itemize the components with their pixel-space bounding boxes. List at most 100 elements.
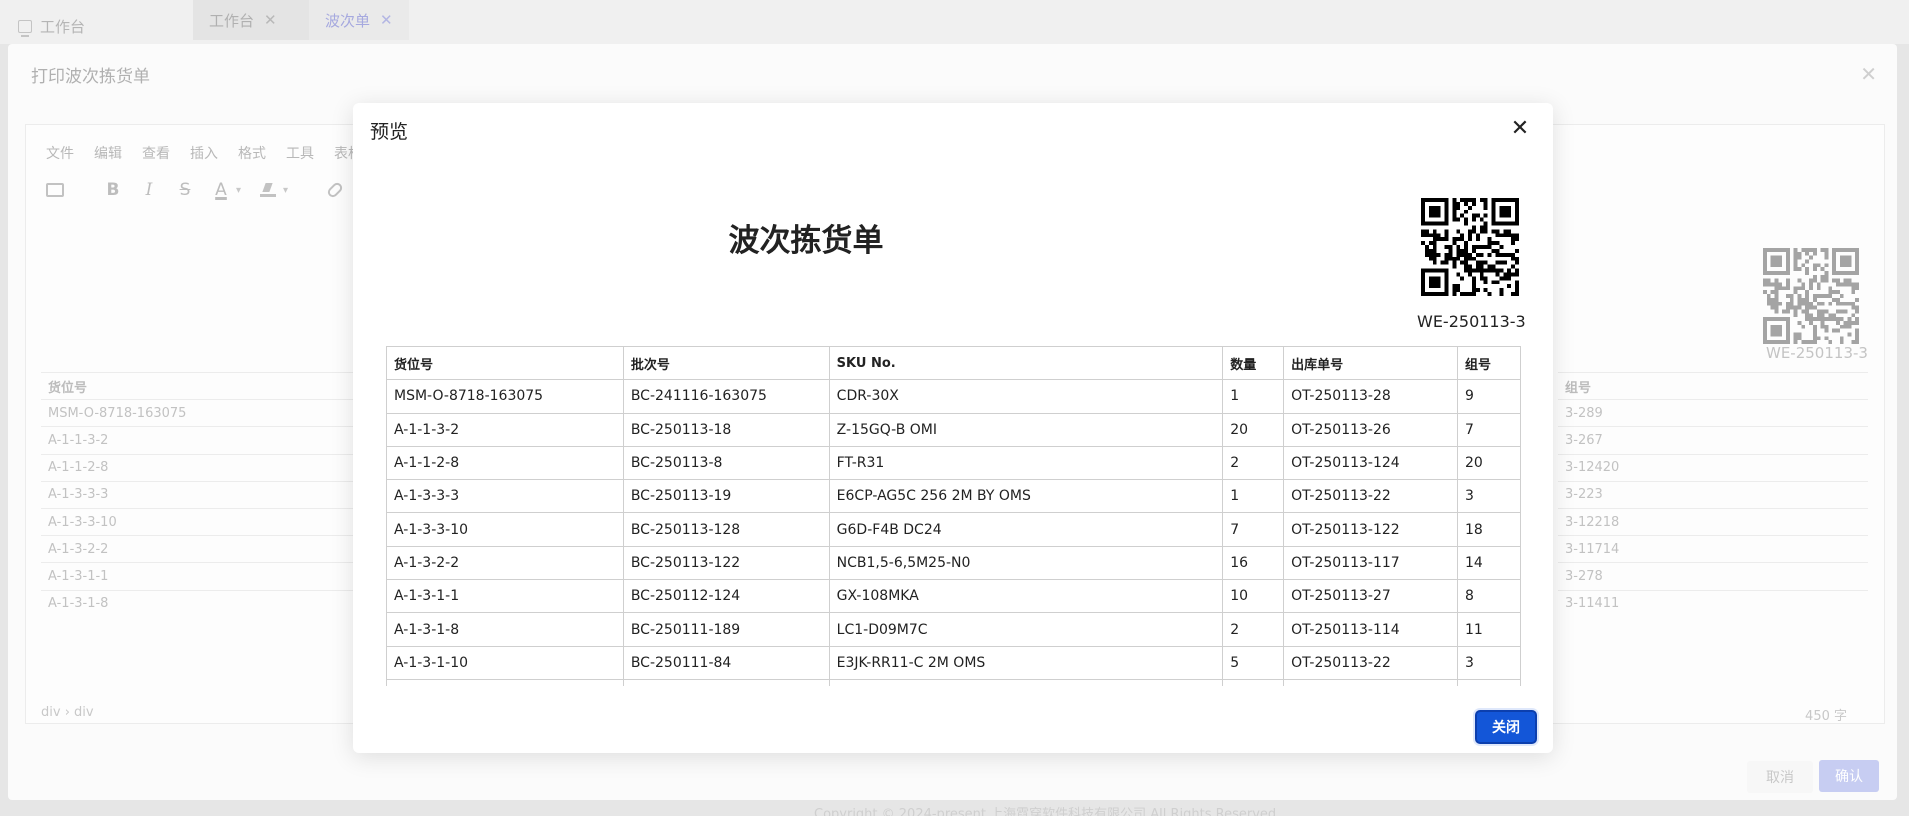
footer-copyright: Copyright © 2024-present 上海霓穿软件科技有限公司 Al… bbox=[814, 807, 1277, 816]
close-icon[interactable]: ✕ bbox=[1860, 62, 1877, 86]
cell-sku: G6D-F4B DC24 bbox=[828, 512, 1224, 547]
cell-group: 18 bbox=[1457, 512, 1521, 547]
link-icon[interactable] bbox=[325, 179, 345, 201]
document-title: 波次拣货单 bbox=[728, 223, 884, 259]
table-row: A-1-3-1-10 BC-250111-84 E3JK-RR11-C 2M OMS… bbox=[386, 645, 1521, 680]
cell-outbound: OT-250113-124 bbox=[1283, 445, 1459, 481]
monitor-icon bbox=[18, 20, 32, 37]
bold-icon[interactable]: B bbox=[104, 179, 122, 201]
cell-group: 8 bbox=[1457, 579, 1521, 614]
tab-workspace[interactable]: 工作台 ✕ bbox=[193, 0, 309, 40]
pick-table-scroll[interactable]: 货位号 批次号 SKU No. 数量 出库单号 组号 MSM-O-8718-16… bbox=[386, 346, 1521, 686]
bg-table-row: A-1-3-1-1 bbox=[41, 562, 361, 589]
cell-location: A-1-1-2-8 bbox=[386, 445, 624, 481]
table-row: MSM-O-8718-163075 BC-241116-163075 CDR-30X… bbox=[386, 379, 1521, 414]
cell-group bbox=[1457, 678, 1521, 686]
bg-table-row: 3-122 18 bbox=[1558, 507, 1868, 535]
cell-outbound: OT-250113-117 bbox=[1283, 545, 1459, 581]
cell-quantity: 2 bbox=[1222, 445, 1285, 481]
close-icon[interactable]: ✕ bbox=[1505, 113, 1535, 143]
menu-edit[interactable]: 编辑 bbox=[94, 143, 122, 163]
bg-table-row: A-1-3-3-10 bbox=[41, 507, 361, 535]
bg-table-row: A-1-3-2-2 bbox=[41, 535, 361, 562]
preview-modal: 预览 ✕ 波次拣货单 WE-250113-3 货位号 批次号 SKU No. 数… bbox=[353, 103, 1553, 753]
bg-table-row: A-1-3-3-3 bbox=[41, 480, 361, 508]
table-header-row: 货位号 批次号 SKU No. 数量 出库单号 组号 bbox=[386, 346, 1521, 381]
text-color-icon[interactable]: A bbox=[212, 179, 230, 201]
table-row: A-1-3-2-2 BC-250113-122 NCB1,5-6,5M25-N0 16… bbox=[386, 545, 1521, 581]
header-batch: 批次号 bbox=[622, 346, 830, 381]
cell-location: A-1-3-1-10 bbox=[386, 645, 624, 680]
header-location: 货位号 bbox=[386, 346, 624, 381]
chevron-down-icon[interactable]: ▾ bbox=[283, 185, 288, 196]
bg-table-row: 3-27 8 bbox=[1558, 562, 1868, 589]
menu-tools[interactable]: 工具 bbox=[286, 143, 314, 163]
bg-table-row: 3-117 14 bbox=[1558, 535, 1868, 562]
menu-format[interactable]: 格式 bbox=[238, 143, 266, 163]
table-row: A-1-1-2-8 BC-250113-8 FT-R31 2 OT-250113-124… bbox=[386, 445, 1521, 481]
cell-quantity: 20 bbox=[1222, 412, 1285, 447]
cell-sku bbox=[828, 678, 1224, 686]
cell-batch: BC-250111-189 bbox=[622, 612, 830, 647]
table-row: A-1-1-3-2 BC-250113-18 Z-15GQ-B OMI 20 OT-25… bbox=[386, 412, 1521, 447]
cell-outbound: OT-250113-26 bbox=[1283, 412, 1459, 447]
cell-quantity: 10 bbox=[1222, 579, 1285, 614]
cell-group: 9 bbox=[1457, 379, 1521, 414]
workspace-label[interactable]: 工作台 bbox=[18, 16, 85, 37]
cell-sku: E3JK-RR11-C 2M OMS bbox=[828, 645, 1224, 680]
cell-location: A-1-3-1-1 bbox=[386, 579, 624, 614]
tab-wave-order[interactable]: 波次单 ✕ bbox=[309, 0, 409, 40]
cell-quantity: 2 bbox=[1222, 612, 1285, 647]
cell-location bbox=[386, 678, 624, 686]
close-icon[interactable]: ✕ bbox=[380, 11, 393, 29]
cell-outbound bbox=[1283, 678, 1459, 686]
editor-word-count: 450 字 bbox=[1805, 709, 1847, 724]
cancel-button[interactable]: 取消 bbox=[1747, 761, 1813, 793]
italic-icon[interactable]: I bbox=[140, 179, 158, 201]
bg-table-right: 组号 3-28 9 3-26 7 3-124 20 3-22 3 3-122 18 3-1… bbox=[1558, 372, 1868, 617]
table-row: A-1-3-1-1 BC-250112-124 GX-108MKA 10 OT-2501… bbox=[386, 579, 1521, 614]
cell-sku: GX-108MKA bbox=[828, 579, 1224, 614]
strikethrough-icon[interactable]: S bbox=[176, 179, 194, 201]
cell-outbound: OT-250113-122 bbox=[1283, 512, 1459, 547]
cell-sku: FT-R31 bbox=[828, 445, 1224, 481]
bg-table-header: 组号 bbox=[1558, 372, 1868, 399]
qr-code-icon bbox=[1421, 198, 1519, 296]
cell-outbound: OT-250113-22 bbox=[1283, 645, 1459, 680]
workspace-label-text: 工作台 bbox=[40, 18, 86, 36]
qr-code-text: WE-250113-3 bbox=[1417, 312, 1526, 331]
cell-quantity: 16 bbox=[1222, 545, 1285, 581]
header-group: 组号 bbox=[1457, 346, 1521, 381]
bg-table-row: A-1-3-1-8 bbox=[41, 589, 361, 617]
chevron-down-icon[interactable]: ▾ bbox=[236, 185, 241, 196]
menu-insert[interactable]: 插入 bbox=[190, 143, 218, 163]
confirm-button[interactable]: 确认 bbox=[1819, 760, 1879, 792]
cell-quantity: 1 bbox=[1222, 479, 1285, 514]
cell-quantity: 7 bbox=[1222, 512, 1285, 547]
header-outbound: 出库单号 bbox=[1283, 346, 1459, 381]
bg-header-group: 组号 bbox=[1565, 380, 1592, 396]
bg-table-row: 3-28 9 bbox=[1558, 399, 1868, 426]
cell-location: A-1-1-3-2 bbox=[386, 412, 624, 447]
editor-toolbar: B I S A ▾ ▾ bbox=[46, 179, 345, 201]
cell-batch: BC-250113-128 bbox=[622, 512, 830, 547]
bg-table-row: 3-26 7 bbox=[1558, 426, 1868, 453]
table-row: A-1-3-3-3 BC-250113-19 E6CP-AG5C 256 2M BY… bbox=[386, 479, 1521, 514]
bg-table-row: A-1-1-2-8 bbox=[41, 453, 361, 481]
bg-table-row: 3-114 11 bbox=[1558, 589, 1868, 617]
bg-table-header: 货位号 bbox=[41, 372, 361, 399]
pick-table: 货位号 批次号 SKU No. 数量 出库单号 组号 MSM-O-8718-16… bbox=[386, 346, 1521, 686]
close-icon[interactable]: ✕ bbox=[264, 11, 277, 29]
cell-batch: BC-250113-122 bbox=[622, 545, 830, 581]
header-sku: SKU No. bbox=[828, 346, 1224, 381]
cell-location: MSM-O-8718-163075 bbox=[386, 379, 624, 414]
print-button[interactable] bbox=[46, 179, 64, 201]
highlight-icon[interactable] bbox=[259, 179, 277, 201]
close-button[interactable]: 关闭 bbox=[1475, 710, 1537, 744]
app-topbar: 工作台 工作台 ✕ 波次单 ✕ bbox=[0, 0, 1909, 44]
menu-view[interactable]: 查看 bbox=[142, 143, 170, 163]
cell-sku: CDR-30X bbox=[828, 379, 1224, 414]
menu-file[interactable]: 文件 bbox=[46, 143, 74, 163]
cell-sku: NCB1,5-6,5M25-N0 bbox=[828, 545, 1224, 581]
cell-outbound: OT-250113-22 bbox=[1283, 479, 1459, 514]
